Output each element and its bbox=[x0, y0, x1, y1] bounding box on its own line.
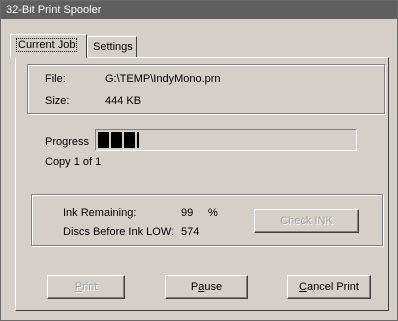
check-ink-button-label: Check INK bbox=[280, 215, 333, 227]
ink-remaining-value: 99 bbox=[181, 207, 194, 219]
progress-label: Progress bbox=[45, 136, 90, 148]
window-title: 32-Bit Print Spooler bbox=[6, 4, 102, 16]
progress-bar bbox=[95, 129, 357, 151]
file-info-group bbox=[27, 64, 385, 114]
print-spooler-window: 32-Bit Print Spooler Current Job Setting… bbox=[0, 0, 398, 321]
discs-before-low-label: Discs Before Ink LOW: bbox=[63, 226, 175, 238]
discs-before-low-value: 574 bbox=[181, 226, 200, 238]
file-label: File: bbox=[45, 73, 66, 85]
tab-settings[interactable]: Settings bbox=[87, 36, 137, 58]
ink-remaining-label: Ink Remaining: bbox=[63, 207, 137, 219]
copy-count: Copy 1 of 1 bbox=[45, 156, 102, 168]
tab-settings-label: Settings bbox=[93, 41, 133, 53]
cancel-print-button-label: ancel Print bbox=[306, 281, 359, 293]
title-bar[interactable]: 32-Bit Print Spooler bbox=[1, 1, 397, 19]
size-value: 444 KB bbox=[105, 95, 142, 107]
ink-remaining-unit: % bbox=[208, 207, 218, 219]
cancel-print-button[interactable]: Cancel Print bbox=[287, 275, 371, 299]
pause-button[interactable]: Pause bbox=[165, 275, 248, 299]
cancel-print-button-mnemonic: C bbox=[299, 281, 307, 293]
progress-bar-fill bbox=[98, 132, 139, 148]
print-button[interactable]: Print bbox=[47, 275, 125, 299]
pause-button-label-end: use bbox=[204, 281, 223, 293]
print-button-label: rint bbox=[82, 281, 98, 293]
size-label: Size: bbox=[45, 95, 70, 107]
file-value: G:\TEMP\IndyMono.prn bbox=[105, 73, 221, 85]
tab-current-job[interactable]: Current Job bbox=[10, 34, 87, 58]
check-ink-button[interactable]: Check INK bbox=[254, 209, 359, 233]
print-button-mnemonic: P bbox=[74, 281, 83, 293]
tab-current-job-label: Current Job bbox=[16, 38, 78, 52]
